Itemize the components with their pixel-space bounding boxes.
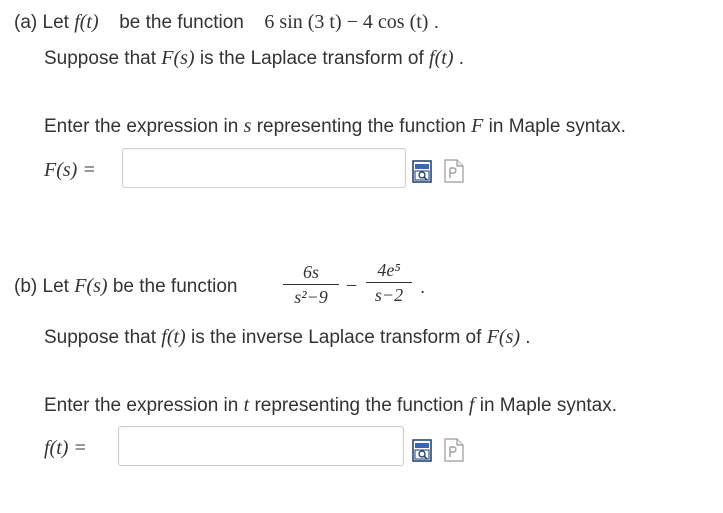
text: is the inverse Laplace transform of: [190, 327, 482, 348]
text: in Maple syntax.: [488, 116, 626, 137]
text: Enter the expression in: [44, 116, 239, 137]
text: Suppose that: [44, 48, 156, 69]
math-f-of-t: f(t): [74, 11, 99, 33]
math-f-of-t: f(t): [429, 47, 454, 69]
part-a-statement: (a) Let f(t) be the function 6 sin (3 t)…: [14, 10, 439, 35]
text: .: [420, 277, 426, 298]
text: (a) Let: [14, 12, 69, 33]
fraction-1-numerator: 6s: [302, 262, 319, 282]
text: (b) Let: [14, 276, 69, 297]
fraction-1: 6s s²−9: [283, 262, 339, 307]
text: be the function: [119, 12, 244, 33]
part-b-answer-label: f(t) =: [44, 436, 87, 461]
text: .: [525, 327, 531, 348]
text: representing the function: [254, 395, 464, 416]
text: .: [433, 12, 440, 33]
text: representing the function: [256, 116, 466, 137]
preview-icon[interactable]: [412, 158, 434, 184]
text: Suppose that: [44, 327, 156, 348]
preview-icon[interactable]: [412, 437, 434, 463]
part-a-suppose: Suppose that F(s) is the Laplace transfo…: [44, 46, 464, 71]
math-F-of-s: F(s): [486, 326, 521, 348]
math-var-s: s: [243, 115, 252, 137]
math-F-of-s: F(s): [74, 275, 108, 297]
part-b-statement: (b) Let F(s) be the function: [14, 274, 237, 299]
part-a-instruction: Enter the expression in s representing t…: [44, 114, 626, 139]
maple-help-icon[interactable]: [443, 158, 465, 184]
fraction-2: 4e⁵ s−2: [366, 260, 412, 305]
text: is the Laplace transform of: [199, 48, 424, 69]
part-b-answer-input[interactable]: [118, 426, 404, 466]
text: be the function: [112, 276, 238, 297]
fraction-1-denominator: s²−9: [294, 287, 328, 307]
maple-help-icon[interactable]: [443, 437, 465, 463]
fraction-2-numerator: 4e⁵: [377, 260, 401, 280]
math-var-t: t: [243, 394, 250, 416]
text: Enter the expression in: [44, 395, 239, 416]
part-b-instruction: Enter the expression in t representing t…: [44, 393, 617, 418]
math-f-of-t: f(t): [161, 326, 186, 348]
function-expression: 6 sin (3 t) − 4 cos (t): [264, 11, 429, 33]
part-b-suppose: Suppose that f(t) is the inverse Laplace…: [44, 325, 531, 350]
answer-label: f(t) =: [44, 437, 87, 459]
fraction-2-denominator: s−2: [374, 285, 404, 305]
text: .: [458, 48, 465, 69]
minus-sign: −: [346, 275, 358, 297]
math-F-of-s: F(s): [161, 47, 195, 69]
math-f: f: [468, 394, 475, 416]
math-F: F: [471, 115, 484, 137]
part-a-answer-input[interactable]: [122, 148, 406, 188]
answer-label: F(s) =: [44, 159, 96, 181]
part-a-answer-label: F(s) =: [44, 158, 96, 183]
text: in Maple syntax.: [479, 395, 618, 416]
